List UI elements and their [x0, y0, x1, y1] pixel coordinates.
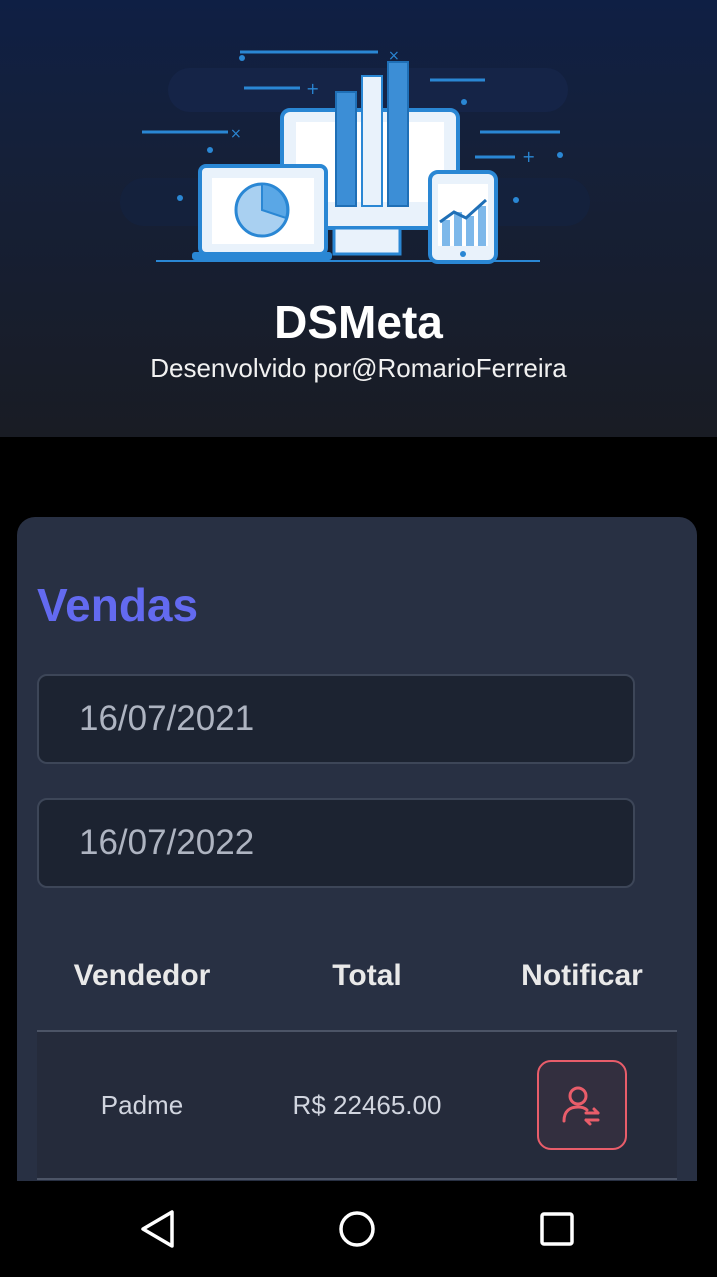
app-title: DSMeta [274, 296, 443, 348]
user-notify-icon [562, 1086, 600, 1126]
table-header: Vendedor Total Notificar [37, 947, 677, 1031]
sales-card: Vendas 16/07/2021 16/07/2022 Vendedor To… [17, 517, 697, 1217]
column-header-notificar: Notificar [521, 959, 643, 992]
date-max-input[interactable]: 16/07/2022 [37, 798, 635, 888]
home-icon[interactable] [337, 1209, 377, 1249]
system-nav-bar [0, 1181, 717, 1277]
column-header-vendedor: Vendedor [73, 959, 211, 992]
recent-apps-icon[interactable] [537, 1209, 577, 1249]
back-icon[interactable] [138, 1209, 178, 1249]
app-header: + + × × DSMeta Desenvolvido por@RomarioF… [0, 0, 717, 437]
column-header-total: Total [332, 959, 402, 992]
table-row: Padme R$ 22465.00 [37, 1032, 677, 1178]
svg-text:+: + [306, 79, 319, 98]
svg-text:×: × [230, 126, 242, 142]
dashboard-illustration: + + × × [120, 48, 590, 264]
date-min-input[interactable]: 16/07/2021 [37, 674, 635, 764]
table-divider-bottom [37, 1178, 677, 1180]
cell-total: R$ 22465.00 [292, 1089, 442, 1120]
notify-button[interactable] [537, 1060, 627, 1150]
app-subtitle: Desenvolvido por@RomarioFerreira [150, 353, 567, 383]
card-title: Vendas [37, 579, 199, 631]
svg-text:+: + [522, 147, 535, 166]
cell-seller: Padme [100, 1089, 184, 1120]
